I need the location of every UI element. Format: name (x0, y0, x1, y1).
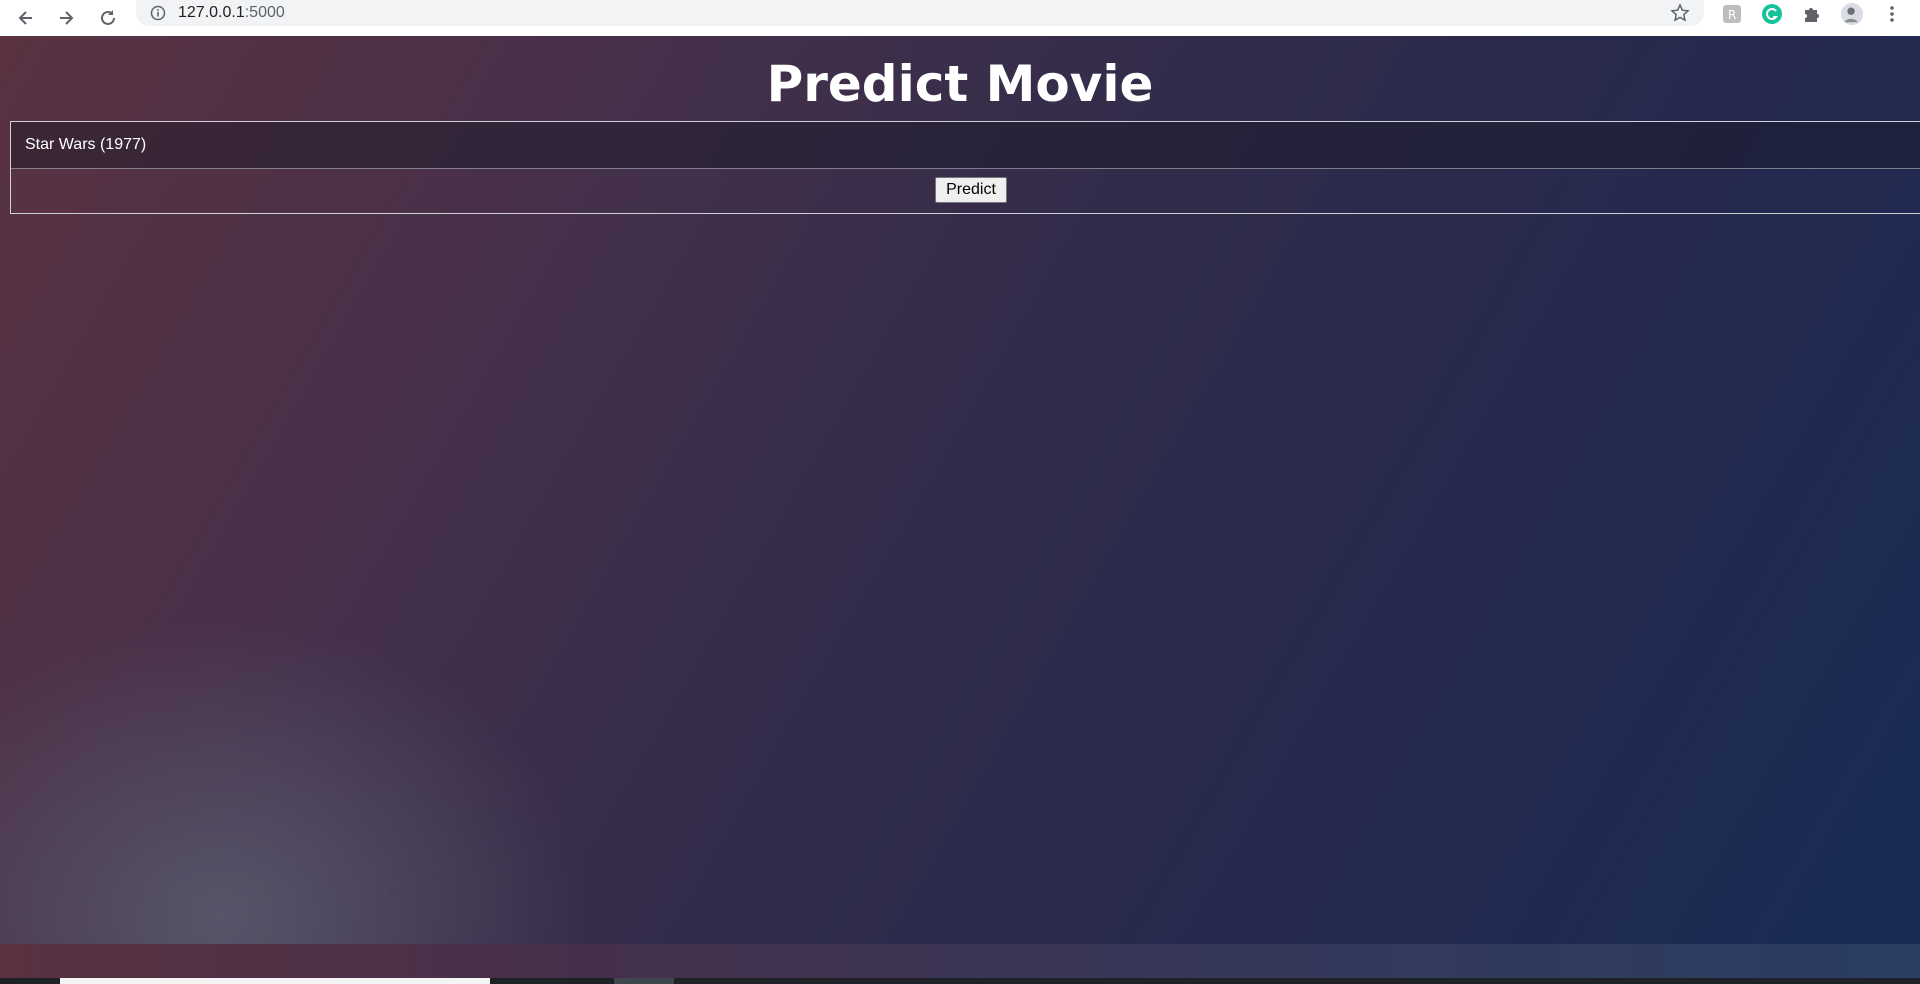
page-content: Predict Movie Predict (0, 36, 1920, 944)
grammarly-button[interactable] (1760, 2, 1784, 26)
predict-button[interactable]: Predict (935, 177, 1007, 203)
predict-form: Predict (10, 121, 1920, 214)
taskbar (0, 978, 1920, 984)
info-icon[interactable] (150, 5, 166, 21)
address-bar[interactable]: 127.0.0.1:5000 (136, 0, 1704, 26)
back-arrow-icon (18, 11, 32, 25)
reload-button[interactable] (88, 0, 128, 36)
menu-button[interactable] (1880, 2, 1904, 26)
puzzle-extensions-icon (1805, 8, 1819, 22)
url-port: :5000 (244, 4, 285, 21)
url-text[interactable]: 127.0.0.1:5000 (178, 4, 285, 22)
profile-avatar-icon (1840, 2, 1864, 26)
page-bottom-band (0, 944, 1920, 978)
taskbar-search[interactable] (60, 978, 490, 984)
reload-icon (101, 10, 115, 25)
extensions-button[interactable] (1800, 2, 1824, 26)
forward-arrow-icon (60, 11, 74, 25)
extension-r-button[interactable]: R (1720, 2, 1744, 26)
movie-input[interactable] (11, 122, 1920, 169)
forward-button[interactable] (46, 0, 86, 36)
svg-text:R: R (1728, 8, 1736, 22)
grammarly-icon (1762, 4, 1782, 24)
url-host: 127.0.0.1 (178, 4, 245, 21)
taskbar-item[interactable] (614, 978, 674, 984)
page-title: Predict Movie (766, 55, 1154, 113)
kebab-menu-icon (1890, 6, 1894, 22)
profile-button[interactable] (1840, 2, 1864, 26)
bookmark-star-icon[interactable] (1670, 3, 1690, 23)
back-button[interactable] (6, 0, 46, 36)
browser-toolbar: 127.0.0.1:5000 R (0, 0, 1920, 36)
extension-r-icon: R (1723, 5, 1741, 23)
